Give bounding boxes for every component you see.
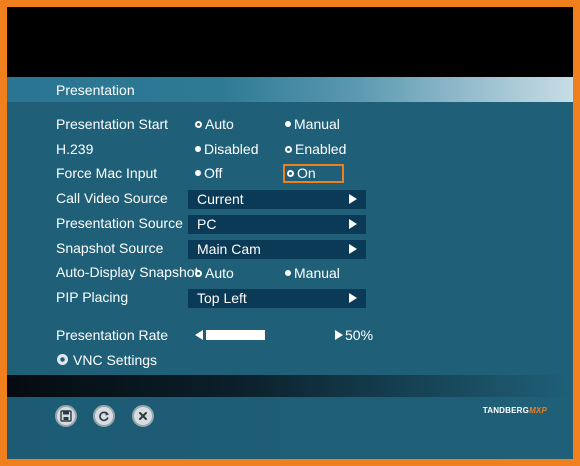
auto-display-snapshot-manual-option[interactable]: Manual (285, 264, 340, 282)
top-black-bar (7, 7, 573, 77)
settings-window: Presentation Presentation Start Auto Man… (7, 7, 573, 459)
vnc-settings-link[interactable]: VNC Settings (73, 351, 157, 369)
presentation-source-label: Presentation Source (56, 215, 183, 231)
select-value: PC (197, 216, 217, 232)
presentation-rate-slider[interactable] (206, 330, 265, 340)
select-value: Top Left (197, 290, 247, 306)
h239-label: H.239 (56, 141, 94, 157)
arrow-right-icon (349, 293, 357, 303)
call-video-source-label: Call Video Source (56, 190, 168, 206)
radio-unselected-icon (195, 120, 202, 128)
footer-bar: TANDBERGMXP (7, 397, 573, 459)
presentation-rate-label: Presentation Rate (56, 327, 169, 343)
increase-arrow-icon[interactable] (335, 330, 343, 340)
pip-placing-label: PIP Placing (56, 289, 129, 305)
save-button[interactable] (55, 405, 77, 427)
brand-logo: TANDBERGMXP (482, 406, 547, 415)
h239-enabled-option[interactable]: Enabled (285, 140, 346, 158)
radio-selected-icon (195, 146, 201, 153)
close-icon (139, 412, 147, 420)
menu-title: Presentation (56, 82, 135, 98)
auto-display-snapshot-label: Auto-Display Snapshot (56, 264, 199, 280)
radio-selected-icon (285, 270, 291, 277)
presentation-menu: Presentation Presentation Start Auto Man… (7, 77, 573, 375)
call-video-source-select[interactable]: Current (188, 190, 366, 209)
radio-selected-icon (285, 121, 291, 128)
snapshot-source-label: Snapshot Source (56, 240, 164, 256)
presentation-start-manual-option[interactable]: Manual (285, 115, 340, 133)
arrow-right-icon (349, 194, 357, 204)
close-button[interactable] (132, 405, 154, 427)
force-mac-input-label: Force Mac Input (56, 165, 158, 181)
presentation-source-select[interactable]: PC (188, 215, 366, 234)
brand-suffix: MXP (529, 406, 547, 415)
presentation-start-auto-option[interactable]: Auto (195, 115, 234, 133)
refresh-icon (99, 411, 109, 422)
submenu-bullet-icon (57, 354, 68, 365)
snapshot-source-select[interactable]: Main Cam (188, 240, 366, 259)
radio-unselected-icon (195, 269, 202, 277)
presentation-rate-value: 50% (345, 327, 374, 343)
decrease-arrow-icon[interactable] (195, 330, 203, 340)
pip-placing-select[interactable]: Top Left (188, 289, 366, 308)
presentation-start-label: Presentation Start (56, 116, 169, 132)
radio-selected-icon (195, 170, 201, 177)
save-icon (60, 410, 72, 422)
force-mac-input-off-option[interactable]: Off (195, 164, 222, 182)
select-value: Current (197, 191, 244, 207)
radio-unselected-icon (285, 145, 292, 153)
force-mac-input-on-option[interactable]: On (287, 164, 316, 182)
arrow-right-icon (349, 219, 357, 229)
radio-unselected-icon (287, 169, 294, 177)
select-value: Main Cam (197, 241, 261, 257)
h239-disabled-option[interactable]: Disabled (195, 140, 258, 158)
arrow-right-icon (349, 244, 357, 254)
refresh-button[interactable] (93, 405, 115, 427)
bottom-strip (7, 375, 573, 397)
auto-display-snapshot-auto-option[interactable]: Auto (195, 264, 234, 282)
